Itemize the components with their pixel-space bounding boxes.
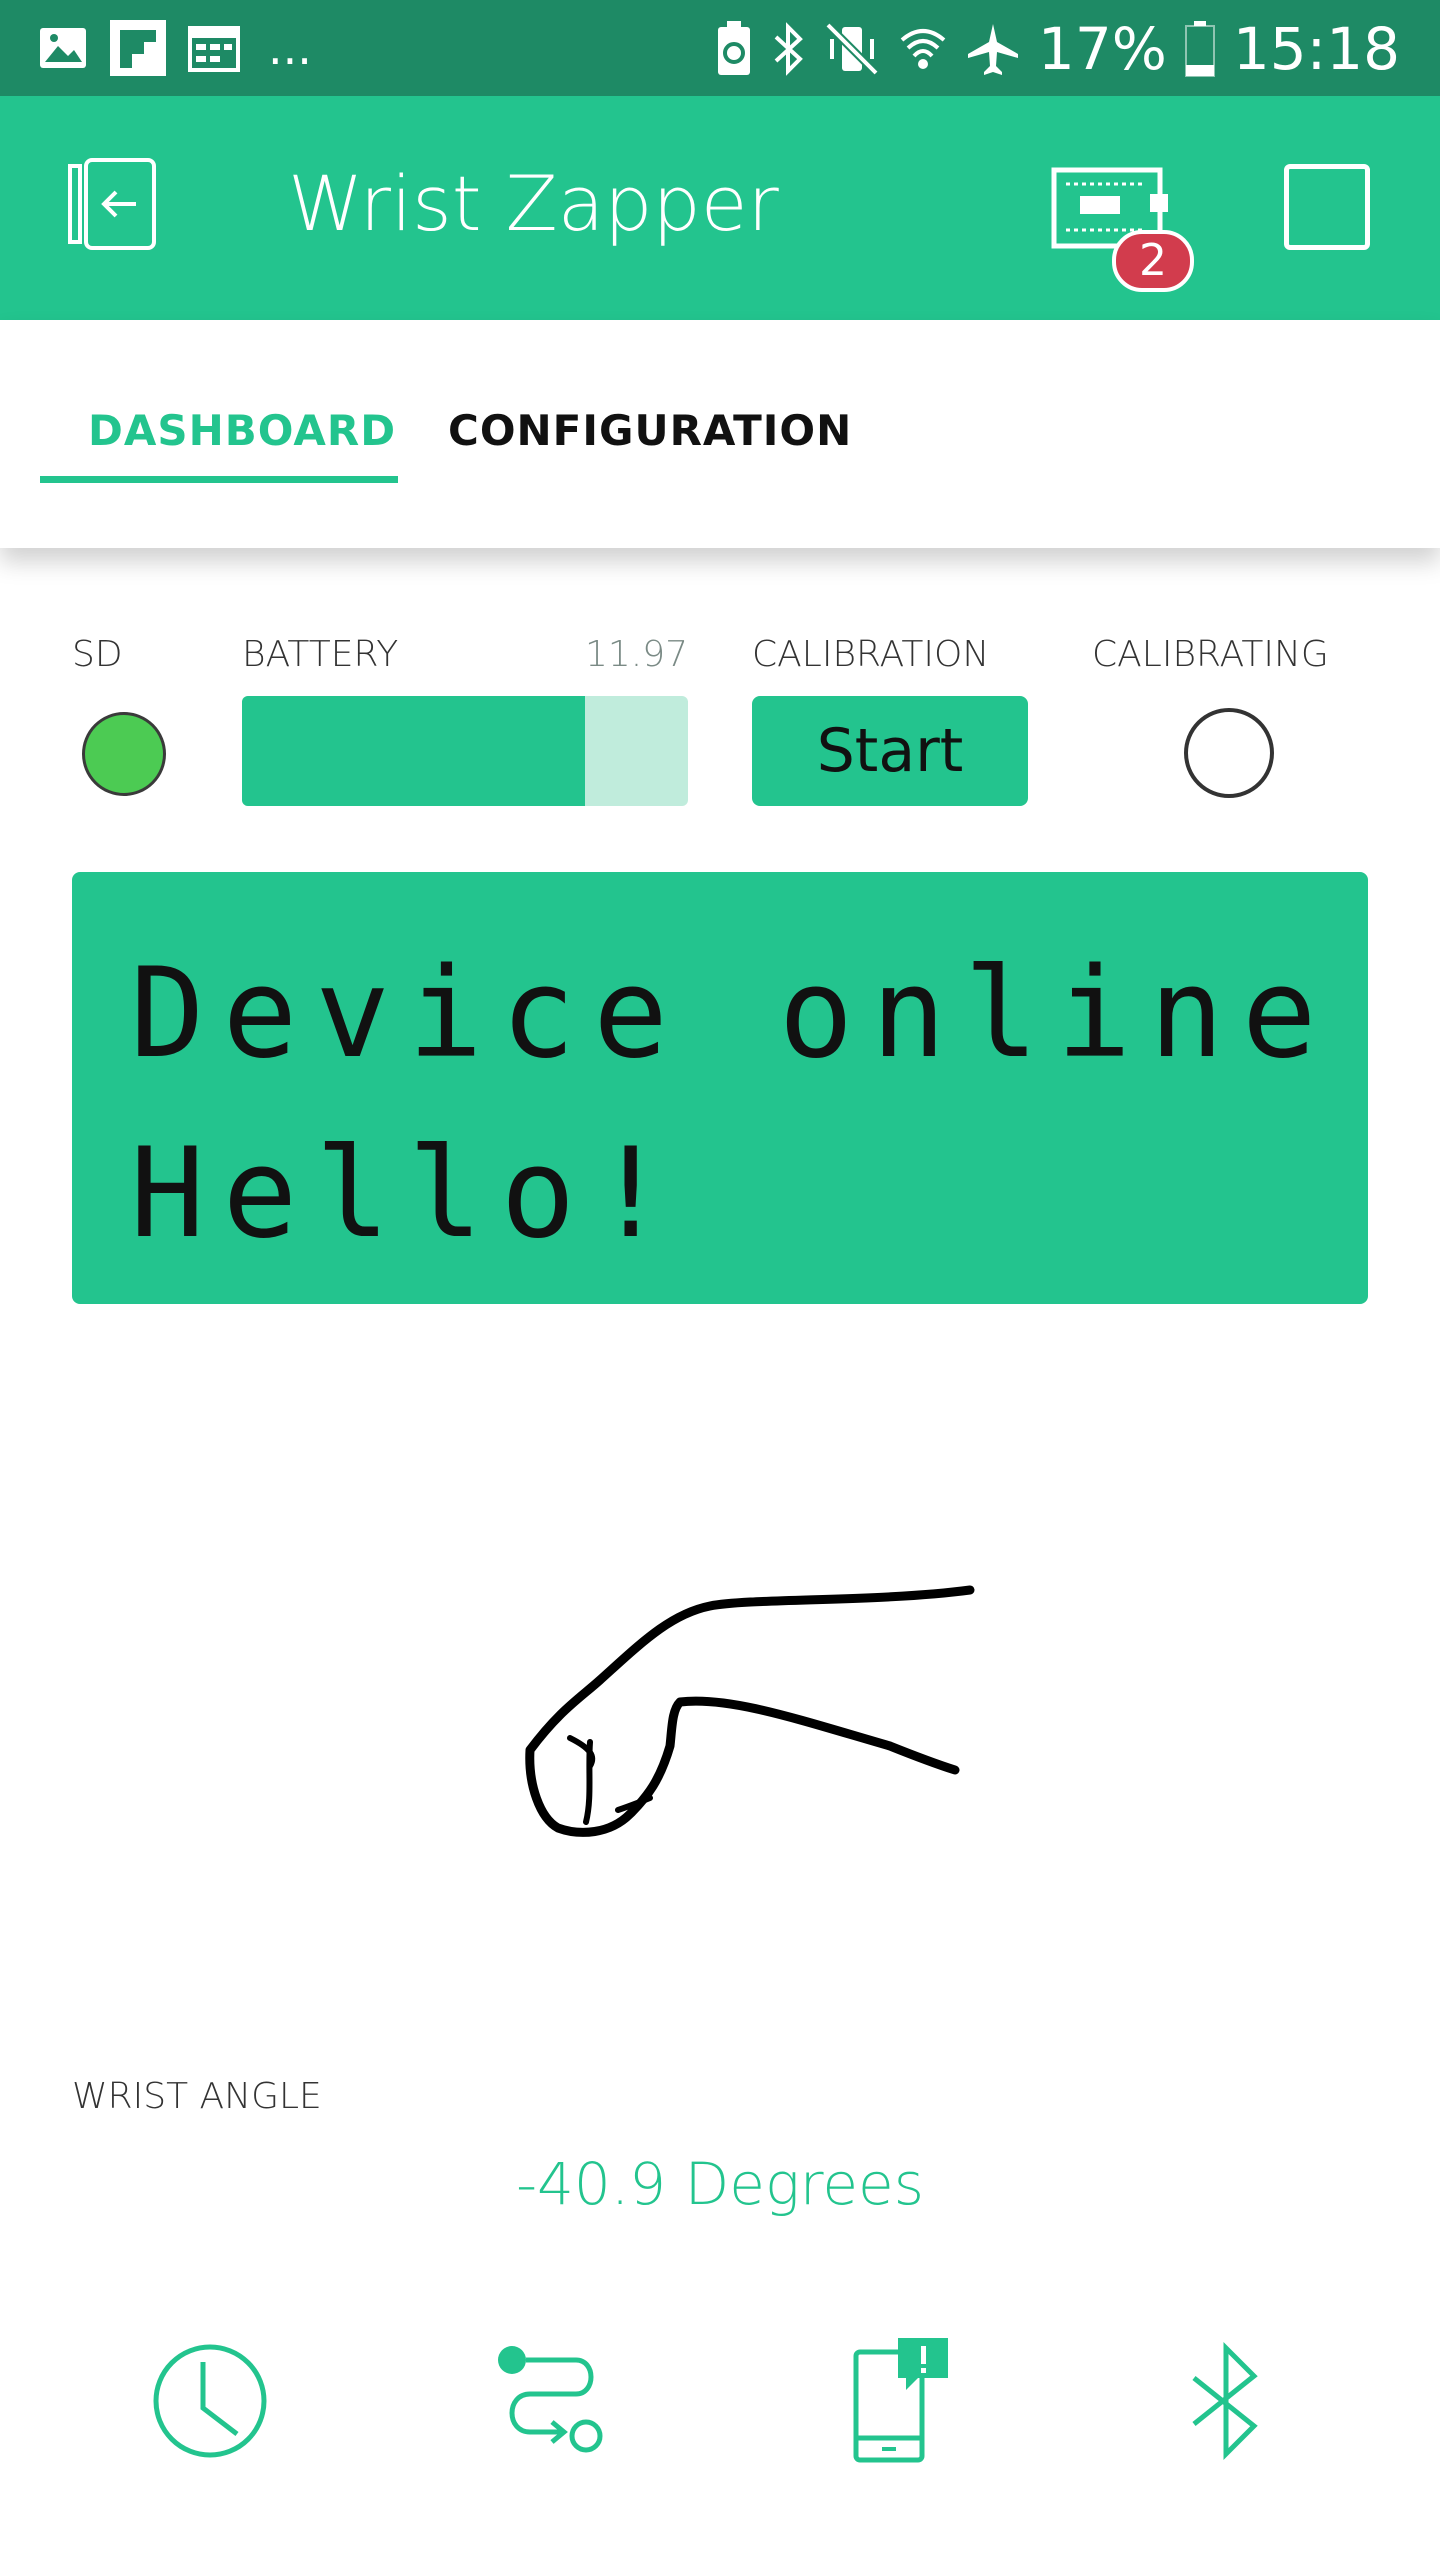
tab-configuration[interactable]: CONFIGURATION [448, 406, 852, 455]
calibrating-label: CALIBRATING [1092, 634, 1329, 675]
bluetooth-icon[interactable] [1162, 2336, 1292, 2466]
battery-level-bar [242, 696, 688, 806]
calibrating-led [1184, 708, 1274, 798]
phone-alert-icon[interactable] [826, 2336, 956, 2466]
lcd-line-1: Device online [130, 942, 1335, 1086]
wrist-angle-image [525, 1585, 975, 1837]
battery-level-fill [242, 696, 586, 806]
battery-label: BATTERY [242, 634, 399, 675]
calendar-icon [188, 26, 240, 72]
status-bar-left: ... [38, 20, 312, 76]
battery-saver-icon [717, 21, 750, 75]
image-icon [40, 28, 86, 68]
sd-label: SD [72, 634, 123, 675]
wifi-icon [900, 29, 946, 69]
wrist-angle-value: -40.9 Degrees [516, 2150, 924, 2218]
flipboard-icon [110, 20, 166, 76]
route-icon[interactable] [488, 2336, 618, 2466]
vibrate-off-icon [825, 22, 879, 76]
battery-icon [1184, 21, 1215, 77]
calibration-start-button[interactable]: Start [752, 696, 1028, 806]
lcd-display: Device online Hello! [72, 872, 1368, 1304]
airplane-icon [967, 24, 1018, 75]
notification-more: ... [268, 21, 312, 75]
full-screen-button[interactable] [1284, 164, 1370, 250]
calibration-label: CALIBRATION [752, 634, 990, 675]
bluetooth-icon [774, 22, 803, 76]
active-tab-indicator [40, 476, 398, 483]
clock-time: 15:18 [1232, 15, 1400, 83]
app-bar: Wrist Zapper 2 [0, 96, 1440, 320]
device-count-badge: 2 [1112, 230, 1194, 292]
clock-icon[interactable] [145, 2336, 275, 2466]
sd-led [82, 712, 166, 796]
lcd-line-2: Hello! [130, 1122, 686, 1266]
battery-value: 11.97 [584, 634, 688, 675]
app-title: Wrist Zapper [288, 159, 779, 248]
status-bar-right: 17% 15:18 [716, 14, 1400, 84]
tab-dashboard[interactable]: DASHBOARD [88, 406, 396, 455]
status-bar: ... 17% 15:18 [0, 0, 1440, 96]
exit-icon[interactable] [64, 156, 160, 252]
battery-percent: 17% [1037, 15, 1167, 83]
wrist-angle-label: WRIST ANGLE [72, 2076, 322, 2117]
tab-bar: DASHBOARD CONFIGURATION [0, 320, 1440, 548]
